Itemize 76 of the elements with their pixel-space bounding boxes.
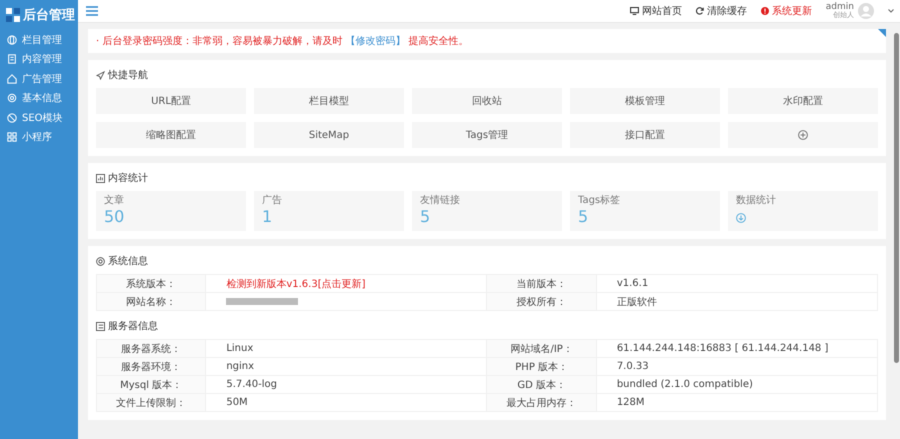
stat-label: 广告 (262, 194, 282, 207)
quick-nav-button[interactable]: 模板管理 (570, 88, 720, 114)
refresh-icon (696, 7, 704, 15)
scrollbar-thumb[interactable] (894, 33, 898, 363)
stat-value: 1 (262, 207, 272, 228)
logo-text: 后台管理 (23, 6, 75, 24)
sidebar-item[interactable]: 栏目管理 (0, 30, 78, 50)
quick-nav-button[interactable]: 栏目模型 (254, 88, 404, 114)
user-name: admin (826, 3, 854, 12)
update-link[interactable]: 检测到新版本v1.6.3[点击更新] (206, 274, 487, 292)
sidebar-item[interactable]: 广告管理 (0, 69, 78, 88)
quick-nav-button[interactable]: 接口配置 (570, 122, 720, 148)
section-title: 快捷导航 (108, 68, 148, 82)
table-cell: v1.6.1 (596, 274, 878, 292)
quick-nav-button[interactable]: Tags管理 (412, 122, 562, 148)
alert-icon (760, 7, 769, 15)
document-icon (7, 54, 17, 64)
monitor-icon (630, 7, 639, 15)
header-link[interactable]: 网站首页 (630, 4, 682, 18)
table-cell: nginx (206, 358, 487, 376)
table-cell: Mysql 版本： (96, 376, 206, 394)
corner-flag-icon (878, 29, 886, 37)
table-cell: 授权所有： (486, 292, 596, 310)
quick-nav-button[interactable]: URL配置 (96, 88, 246, 114)
table-cell: 7.0.33 (596, 358, 878, 376)
table-cell: 服务器系统： (96, 340, 206, 358)
ban-icon (7, 112, 17, 123)
globe-icon (7, 34, 17, 45)
menu-icon[interactable] (86, 6, 98, 16)
table-cell: 当前版本： (486, 274, 596, 292)
table-cell: 文件上传限制： (96, 394, 206, 412)
house-icon (7, 74, 17, 84)
table-cell: 128M (596, 394, 878, 412)
stat-value: 50 (104, 207, 124, 228)
list-icon (96, 322, 105, 330)
sidebar-item[interactable]: SEO模块 (0, 108, 78, 128)
section-title: 系统信息 (108, 254, 148, 268)
table-cell: Linux (206, 340, 487, 358)
header-link[interactable]: 清除缓存 (696, 4, 747, 18)
table-cell: 正版软件 (596, 292, 878, 310)
quick-nav-button[interactable]: SiteMap (254, 122, 404, 148)
password-warning: · 后台登录密码强度：非常弱，容易被暴力破解，请及时 【修改密码】 提高安全性。 (96, 34, 470, 48)
table-cell: GD 版本： (486, 376, 596, 394)
table-cell: 最大占用内存： (486, 394, 596, 412)
sidebar-item[interactable]: 小程序 (0, 128, 78, 147)
header-link[interactable]: 系统更新 (760, 4, 812, 18)
chart-icon (96, 174, 105, 182)
sidebar-item[interactable]: 内容管理 (0, 50, 78, 69)
table-cell: 系统版本： (96, 274, 206, 292)
stat-value: 5 (578, 207, 588, 228)
quick-nav-button[interactable]: 缩略图配置 (96, 122, 246, 148)
stat-value: 5 (420, 207, 430, 228)
stat-label: 文章 (104, 194, 124, 207)
table-cell: 50M (206, 394, 487, 412)
section-title: 服务器信息 (108, 320, 158, 333)
quick-nav-button[interactable]: 回收站 (412, 88, 562, 114)
table-cell: 5.7.40-log (206, 376, 487, 394)
send-icon (96, 70, 105, 80)
grid-icon (7, 132, 17, 142)
sidebar-item[interactable]: 基本信息 (0, 88, 78, 108)
table-cell: 61.144.244.148:16883 [ 61.144.244.148 ] (596, 340, 878, 358)
table-cell: 网站名称： (96, 292, 206, 310)
quick-nav-button[interactable]: 水印配置 (728, 88, 878, 114)
table-cell: PHP 版本： (486, 358, 596, 376)
stat-label: Tags标签 (578, 194, 620, 207)
table-cell: 服务器环境： (96, 358, 206, 376)
section-title: 内容统计 (108, 172, 148, 185)
table-cell: bundled (2.1.0 compatible) (596, 376, 878, 394)
change-password-link[interactable]: 【修改密码】 (346, 36, 406, 47)
download-icon[interactable] (736, 213, 746, 223)
logo-icon (6, 8, 20, 22)
caret-icon[interactable] (888, 9, 894, 13)
add-icon (798, 130, 808, 140)
stat-label: 友情链接 (420, 194, 460, 207)
stat-label: 数据统计 (736, 194, 776, 207)
table-cell: 网站域名/IP： (486, 340, 596, 358)
